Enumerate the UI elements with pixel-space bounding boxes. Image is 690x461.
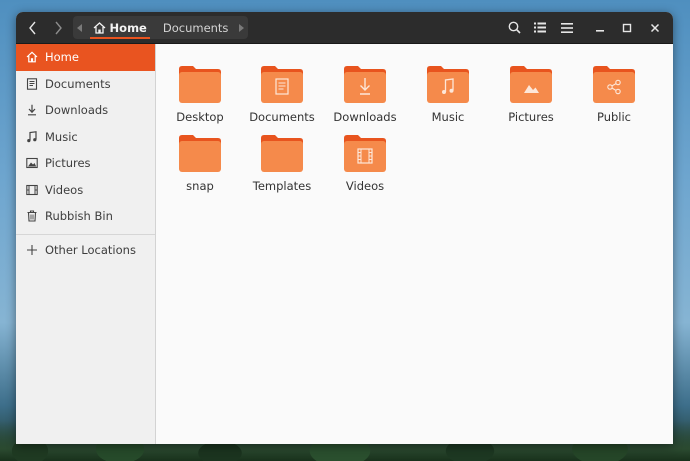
folder-icon xyxy=(179,66,221,103)
sidebar-item-label: Music xyxy=(45,129,78,144)
search-icon xyxy=(508,21,521,34)
chevron-left-icon xyxy=(29,21,36,34)
path-scroll-left-icon[interactable] xyxy=(73,23,87,32)
folder-pictures[interactable]: Pictures xyxy=(491,64,571,126)
sidebar-item-downloads[interactable]: Downloads xyxy=(16,97,155,124)
maximize-icon xyxy=(622,23,632,32)
back-button[interactable] xyxy=(21,16,45,39)
sidebar-item-label: Videos xyxy=(45,182,84,197)
folder-icon xyxy=(593,66,635,103)
folder-label: Videos xyxy=(345,179,385,193)
breadcrumb-home-label: Home xyxy=(109,20,147,35)
close-button[interactable] xyxy=(643,16,667,39)
folder-icon xyxy=(261,135,303,172)
sidebar-item-label: Rubbish Bin xyxy=(45,209,113,224)
home-icon xyxy=(26,51,38,63)
folder-icon xyxy=(344,66,386,103)
path-scroll-right-icon[interactable] xyxy=(234,23,248,32)
view-list-button[interactable] xyxy=(528,16,552,39)
trash-icon xyxy=(27,210,37,222)
search-button[interactable] xyxy=(502,16,526,39)
places-sidebar: Home Documents Downloads Music Pictures … xyxy=(16,44,156,444)
folder-label: snap xyxy=(186,179,214,193)
sidebar-item-label: Pictures xyxy=(45,156,91,171)
folder-icon xyxy=(427,66,469,103)
sidebar-item-other-locations[interactable]: Other Locations xyxy=(16,237,155,264)
close-icon xyxy=(650,23,660,32)
folder-label: Pictures xyxy=(508,110,554,124)
breadcrumb-home[interactable]: Home xyxy=(87,16,153,39)
main-menu-button[interactable] xyxy=(555,16,579,39)
folder-icon xyxy=(344,135,386,172)
folder-label: Music xyxy=(431,110,465,124)
folder-videos[interactable]: Videos xyxy=(325,133,405,195)
folder-view: Desktop Documents Downloads Music Pictur… xyxy=(156,44,673,444)
document-icon xyxy=(26,78,38,90)
folder-templates[interactable]: Templates xyxy=(242,133,322,195)
sidebar-item-videos[interactable]: Videos xyxy=(16,177,155,204)
file-manager-window: Home Documents Home Documents Downloads … xyxy=(16,12,673,444)
list-view-icon xyxy=(534,22,546,33)
chevron-right-icon xyxy=(55,21,62,34)
breadcrumb-documents-label: Documents xyxy=(162,20,229,35)
folder-icon xyxy=(261,66,303,103)
minimize-icon xyxy=(596,29,604,32)
folder-label: Desktop xyxy=(176,110,224,124)
hamburger-menu-icon xyxy=(561,22,573,33)
folder-music[interactable]: Music xyxy=(408,64,488,126)
folder-icon xyxy=(179,135,221,172)
folder-icon xyxy=(510,66,552,103)
folder-public[interactable]: Public xyxy=(574,64,654,126)
sidebar-divider xyxy=(16,233,155,235)
sidebar-item-rubbish-bin[interactable]: Rubbish Bin xyxy=(16,203,155,230)
sidebar-item-label: Downloads xyxy=(45,103,109,118)
music-icon xyxy=(27,130,37,142)
folder-snap[interactable]: snap xyxy=(160,133,240,195)
maximize-button[interactable] xyxy=(615,16,639,39)
sidebar-item-documents[interactable]: Documents xyxy=(16,71,155,98)
folder-downloads[interactable]: Downloads xyxy=(325,64,405,126)
sidebar-item-label: Home xyxy=(45,50,79,65)
picture-icon xyxy=(26,158,38,169)
folder-desktop[interactable]: Desktop xyxy=(160,64,240,126)
sidebar-item-home[interactable]: Home xyxy=(16,44,155,71)
breadcrumb-documents[interactable]: Documents xyxy=(153,16,235,39)
sidebar-item-pictures[interactable]: Pictures xyxy=(16,150,155,177)
forward-button[interactable] xyxy=(46,16,70,39)
video-icon xyxy=(26,184,38,195)
path-bar: Home Documents xyxy=(73,16,248,39)
folder-label: Documents xyxy=(249,110,315,124)
plus-icon xyxy=(27,244,37,255)
folder-label: Public xyxy=(596,110,632,124)
sidebar-item-label: Documents xyxy=(45,76,111,91)
header-bar: Home Documents xyxy=(16,12,673,44)
folder-label: Downloads xyxy=(333,110,397,124)
sidebar-item-label: Other Locations xyxy=(45,242,136,257)
home-icon xyxy=(93,21,105,34)
minimize-button[interactable] xyxy=(588,16,612,39)
folder-label: Templates xyxy=(252,179,312,193)
folder-documents[interactable]: Documents xyxy=(242,64,322,126)
sidebar-item-music[interactable]: Music xyxy=(16,124,155,151)
download-icon xyxy=(28,105,36,116)
